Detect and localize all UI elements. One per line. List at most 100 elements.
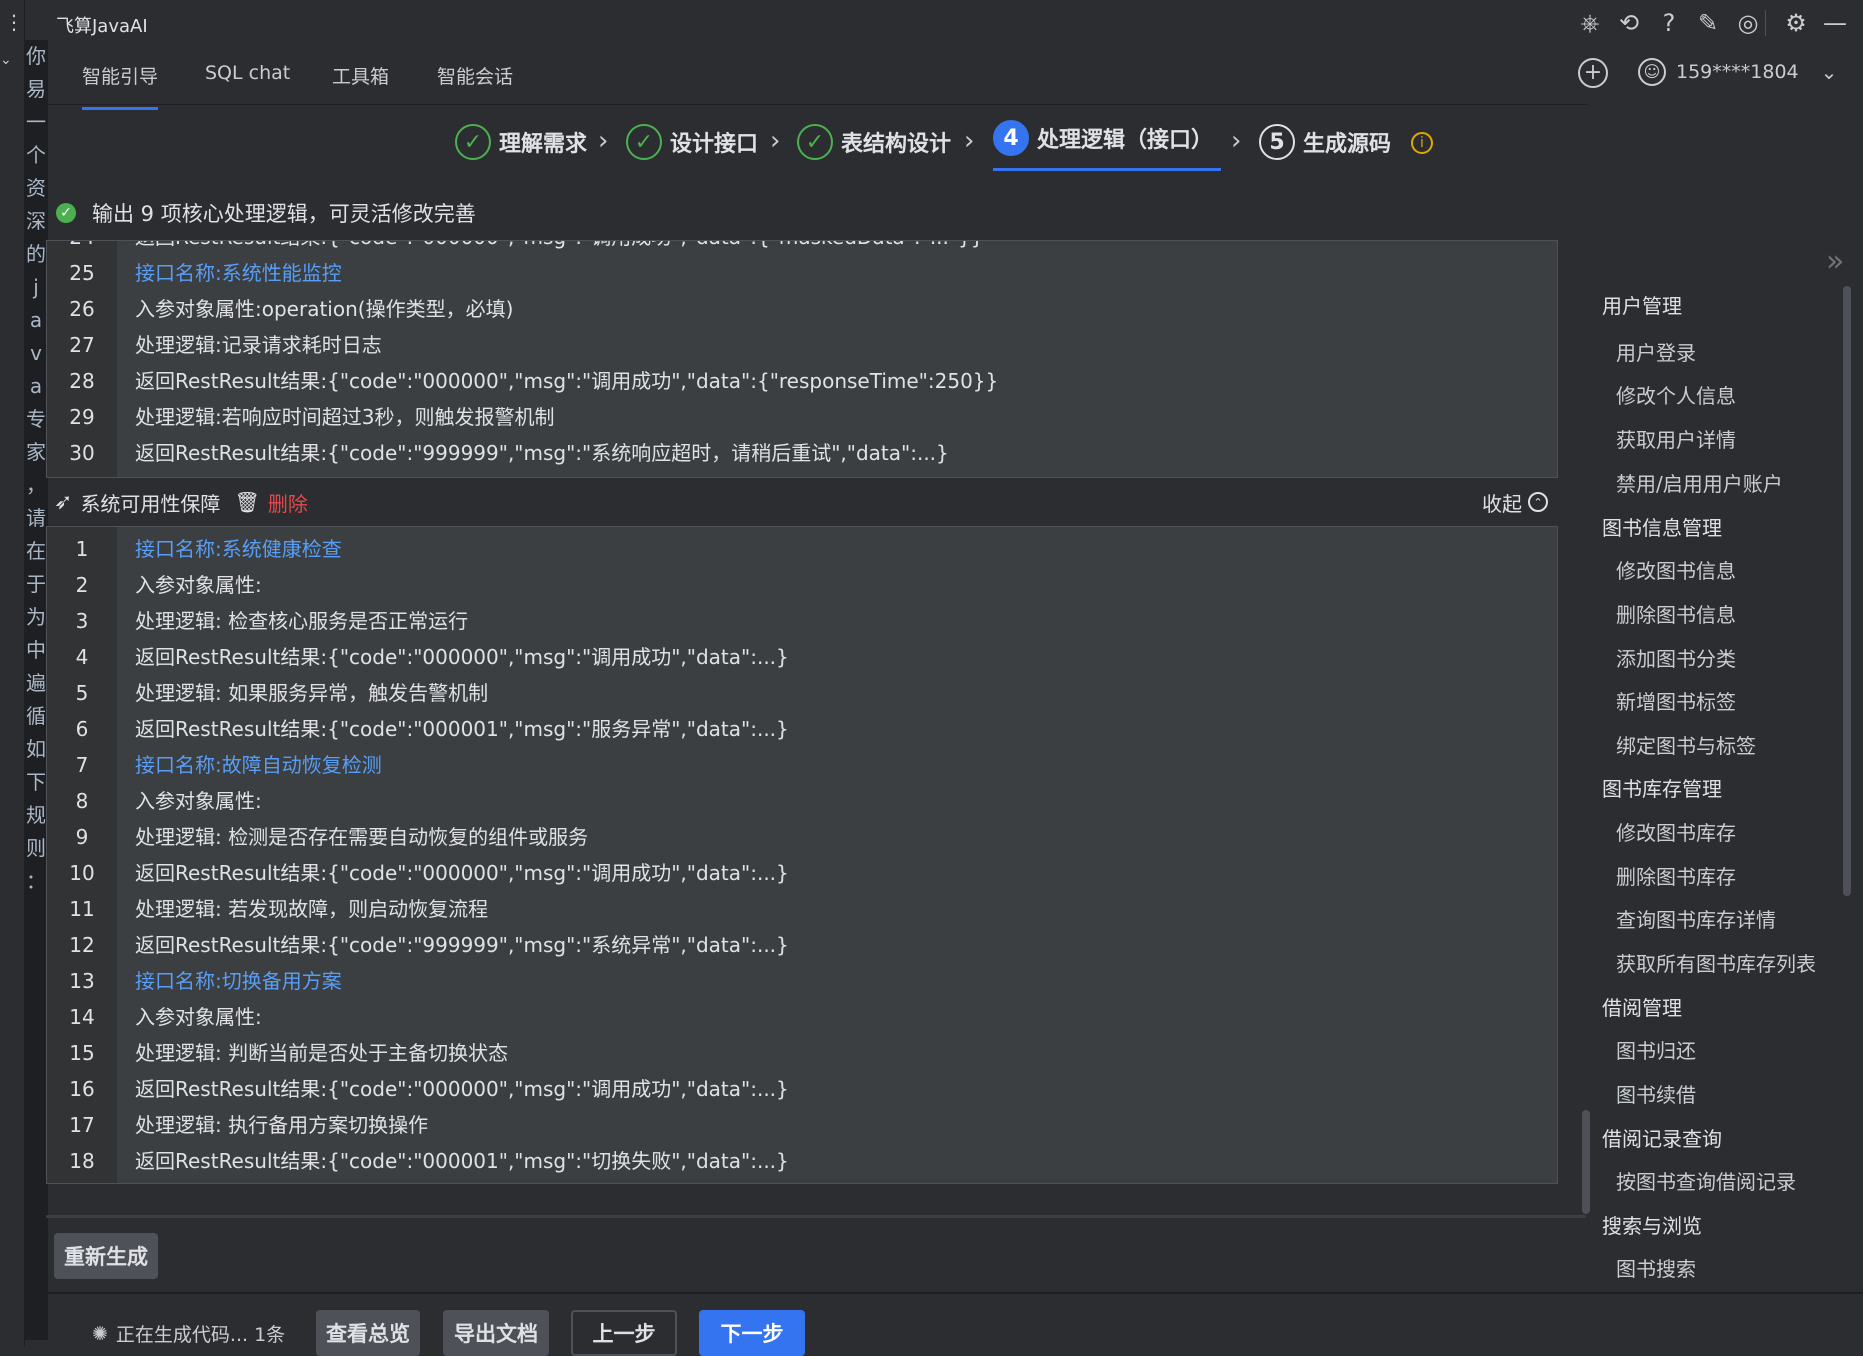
step-4[interactable]: 4 处理逻辑（接口） [993,120,1213,156]
line-text: 处理逻辑: 执行备用方案切换操作 [135,1113,429,1137]
add-icon[interactable]: + [1578,58,1608,88]
sidebar-subitem[interactable]: 新增图书标签 [1616,686,1736,715]
prev-step-button[interactable]: 上一步 [571,1310,677,1356]
check-icon: ✓ [626,124,662,160]
code-panel-main[interactable]: 1 接口名称:系统健康检查 2 入参对象属性: 3 处理逻辑: 检查核心服务是否正常运行 4… [46,526,1558,1184]
expand-right-icon[interactable]: » [1826,244,1844,279]
sidebar-group[interactable]: 图书库存管理 [1602,773,1722,802]
collapse-up-icon[interactable]: ⌃ [1528,492,1548,512]
overview-button[interactable]: 查看总览 [316,1310,420,1356]
check-icon: ✓ [797,124,833,160]
interface-name-link[interactable]: 接口名称:系统性能监控 [135,255,342,291]
sidebar-scrollbar[interactable] [1843,286,1851,896]
code-line: 28 返回RestResult结果:{"code":"000000","msg":… [47,363,1557,399]
user-avatar-icon: ☺ [1638,58,1666,86]
sidebar-group[interactable]: 搜索与浏览 [1602,1210,1702,1239]
trash-icon[interactable]: 🗑 [234,490,259,514]
sidebar-subitem[interactable]: 绑定图书与标签 [1616,730,1756,759]
content-scrollbar[interactable] [1582,1110,1590,1214]
sidebar-subitem[interactable]: 图书搜索 [1616,1253,1696,1282]
sidebar-subitem[interactable]: 删除图书信息 [1616,599,1736,628]
line-text: 返回RestResult结果:{"code":"000000","msg":"调… [135,369,999,393]
sidebar-subitem[interactable]: 用户登录 [1616,337,1696,366]
line-text: 返回RestResult结果:{"code":"999999","msg":"系… [135,441,949,465]
line-number: 16 [69,1077,95,1101]
line-text: 处理逻辑: 检测是否存在需要自动恢复的组件或服务 [135,825,589,849]
sidebar-subitem[interactable]: 查询图书库存详情 [1616,904,1776,933]
line-text: 入参对象属性: [135,573,262,597]
sidebar-subitem[interactable]: 图书续借 [1616,1079,1696,1108]
step-2[interactable]: ✓ 设计接口 [626,124,758,160]
sidebar-group[interactable]: 图书信息管理 [1602,512,1722,541]
tab-smart-guide[interactable]: 智能引导 [82,60,159,110]
step-5[interactable]: 5 生成源码 [1259,124,1391,160]
app-title: 飞算JavaAI [56,16,148,37]
more-vertical-icon[interactable]: ⋮ [4,10,24,34]
chevron-down-icon[interactable]: ⌄ [0,52,12,68]
help-icon[interactable]: ? [1654,8,1684,38]
line-text: 返回RestResult结果:{"code":"000000","msg":"调… [135,645,789,669]
line-text: 返回RestResult结果:{"code":"000001","msg":"切… [135,1149,789,1173]
sidebar-subitem[interactable]: 禁用/启用用户账户 [1616,468,1783,497]
code-line: 13 接口名称:切换备用方案 [47,963,1557,999]
interface-name-link[interactable]: 接口名称:切换备用方案 [135,963,342,999]
edit-icon[interactable]: ✎ [1693,8,1723,38]
active-step-indicator [993,168,1221,171]
sidebar-subitem[interactable]: 修改图书信息 [1616,555,1736,584]
export-doc-button[interactable]: 导出文档 [443,1310,549,1356]
sidebar-subitem[interactable]: 按图书查询借阅记录 [1616,1166,1796,1195]
section-header: ➶ 系统可用性保障 🗑 删除 收起 ⌃ [46,480,1558,524]
code-line: 16 返回RestResult结果:{"code":"000000","msg":… [47,1071,1557,1107]
sidebar-subitem[interactable]: 获取所有图书库存列表 [1616,948,1816,977]
delete-button[interactable]: 删除 [268,488,308,517]
bottom-divider [46,1215,1586,1218]
line-text: 返回RestResult结果:{"code":"000000","msg":"调… [135,1077,789,1101]
interface-name-link[interactable]: 接口名称:故障自动恢复检测 [135,747,382,783]
history-icon[interactable]: ⟲ [1614,8,1644,38]
step-1[interactable]: ✓ 理解需求 [455,124,587,160]
line-text: 返回RestResult结果:{"code":"000000","msg":"调… [135,861,789,885]
target-icon[interactable]: ◎ [1733,8,1763,38]
info-icon[interactable]: i [1411,132,1433,154]
tab-smart-chat[interactable]: 智能会话 [437,60,513,107]
sidebar-group[interactable]: 用户管理 [1602,290,1682,319]
status-text: 输出 9 项核心处理逻辑，可灵活修改完善 [92,202,476,226]
sidebar-group[interactable]: 借阅记录查询 [1602,1123,1722,1152]
line-number: 8 [75,789,89,813]
chevron-down-icon: ⌄ [1820,60,1838,84]
collapse-button[interactable]: 收起 [1482,488,1522,517]
next-step-button[interactable]: 下一步 [699,1310,805,1356]
line-number: 4 [75,645,89,669]
code-line: 29 处理逻辑:若响应时间超过3秒，则触发报警机制 [47,399,1557,435]
sidebar-group[interactable]: 借阅管理 [1602,992,1682,1021]
step-number: 5 [1259,124,1295,160]
line-number: 11 [69,897,95,921]
line-number: 24 [47,241,117,255]
gear-icon[interactable]: ⚙ [1781,8,1811,38]
line-number: 6 [75,717,89,741]
user-menu[interactable]: ☺ 159****1804 ⌄ [1638,58,1837,86]
left-gutter: ⋮ ⌄ [0,0,25,1347]
sidebar-subitem[interactable]: 添加图书分类 [1616,643,1736,672]
sidebar-subitem[interactable]: 图书归还 [1616,1035,1696,1064]
sidebar-subitem[interactable]: 删除图书库存 [1616,861,1736,890]
line-number: 2 [75,573,89,597]
robot-icon[interactable]: ⎈ [1575,8,1605,38]
user-name: 159****1804 [1676,61,1799,83]
sidebar-subitem[interactable]: 修改图书库存 [1616,817,1736,846]
regenerate-button[interactable]: 重新生成 [54,1233,158,1279]
minimize-icon[interactable]: — [1820,8,1850,38]
tab-sql-chat[interactable]: SQL chat [205,60,290,102]
step-label: 表结构设计 [841,132,952,157]
sidebar-subitem[interactable]: 获取用户详情 [1616,424,1736,453]
sidebar-subitem[interactable]: 修改个人信息 [1616,380,1736,409]
line-number: 3 [75,609,89,633]
tab-toolbox[interactable]: 工具箱 [332,60,389,107]
section-title: 系统可用性保障 [80,491,221,516]
step-3[interactable]: ✓ 表结构设计 [797,124,951,160]
interface-name-link[interactable]: 接口名称:系统健康检查 [135,531,342,567]
line-number: 28 [69,369,95,393]
line-number: 18 [69,1149,95,1173]
editor-gutter-text: 你 易 一 个 资 深 的 j a v a 专 家 ， 请 在 于 为 中 遍 … [24,40,48,1340]
code-panel-top[interactable]: 24 返回RestResult结果:{"code":"000000","msg"… [46,240,1558,478]
